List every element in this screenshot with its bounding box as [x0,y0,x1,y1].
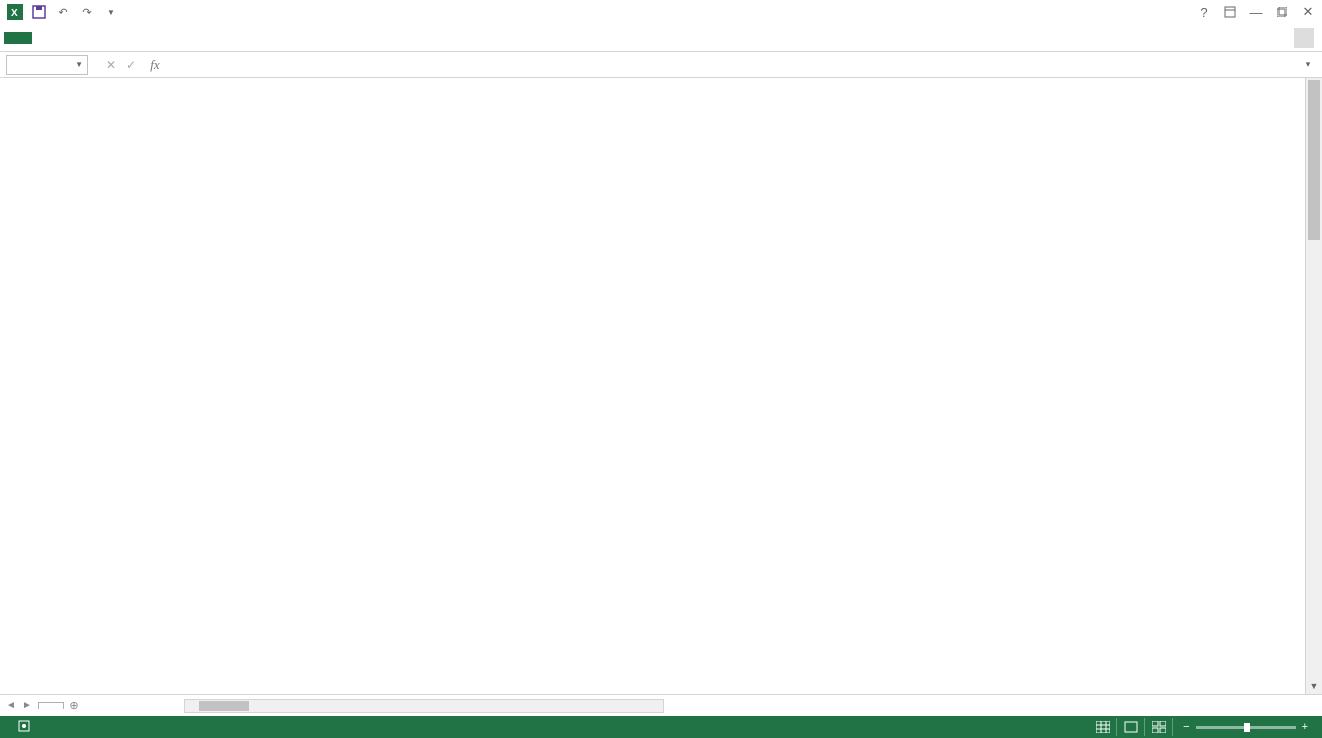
ribbon-tabs [0,24,1322,52]
sheet-tab[interactable] [38,702,64,709]
vertical-scrollbar[interactable]: ▲ ▼ [1305,78,1322,694]
page-break-view-icon[interactable] [1145,718,1173,736]
minimize-icon[interactable]: — [1246,2,1266,22]
tab-ansicht[interactable] [200,32,228,44]
formula-input[interactable] [170,55,1296,75]
sheet-tabs-bar: ◄ ► ⊕ [0,694,1322,716]
tab-daten[interactable] [144,32,172,44]
fx-icon[interactable]: fx [144,55,166,75]
zoom-in-icon[interactable]: + [1302,721,1308,733]
page-layout-view-icon[interactable] [1117,718,1145,736]
redo-icon[interactable]: ↷ [76,1,98,23]
excel-icon: X [4,1,26,23]
scroll-thumb[interactable] [1308,80,1320,240]
tab-datei[interactable] [4,32,32,44]
qat-dropdown-icon[interactable]: ▼ [100,1,122,23]
help-icon[interactable]: ? [1194,2,1214,22]
undo-icon[interactable]: ↶ [52,1,74,23]
tab-seitenlayout[interactable] [88,32,116,44]
svg-text:X: X [11,8,18,19]
tab-ueberpruefen[interactable] [172,32,200,44]
namebox-dropdown-icon[interactable]: ▼ [75,60,83,69]
save-icon[interactable] [28,1,50,23]
maximize-icon[interactable] [1272,2,1292,22]
sheet-nav-prev-icon[interactable]: ◄ [4,700,18,711]
tab-einfuegen[interactable] [60,32,88,44]
tab-entwicklertools[interactable] [228,32,256,44]
close-icon[interactable]: ✕ [1298,2,1318,22]
cancel-formula-icon[interactable]: ✕ [102,58,120,72]
ribbon-display-icon[interactable] [1220,2,1240,22]
status-bar: − + [0,716,1322,738]
title-bar: X ↶ ↷ ▼ ? — ✕ [0,0,1322,24]
normal-view-icon[interactable] [1089,718,1117,736]
name-box[interactable]: ▼ [6,55,88,75]
enter-formula-icon[interactable]: ✓ [122,58,140,72]
horizontal-scrollbar[interactable] [184,699,664,713]
add-sheet-icon[interactable]: ⊕ [64,699,84,712]
zoom-slider[interactable] [1196,726,1296,729]
avatar-icon[interactable] [1294,28,1314,48]
scroll-down-icon[interactable]: ▼ [1306,677,1322,694]
macro-record-icon[interactable] [18,720,30,735]
sheet-nav-next-icon[interactable]: ► [20,700,34,711]
formula-bar: ▼ ✕ ✓ fx ▾ [0,52,1322,78]
tab-start[interactable] [32,32,60,44]
zoom-out-icon[interactable]: − [1183,721,1189,733]
tab-formeln[interactable] [116,32,144,44]
expand-formula-bar-icon[interactable]: ▾ [1300,59,1316,70]
